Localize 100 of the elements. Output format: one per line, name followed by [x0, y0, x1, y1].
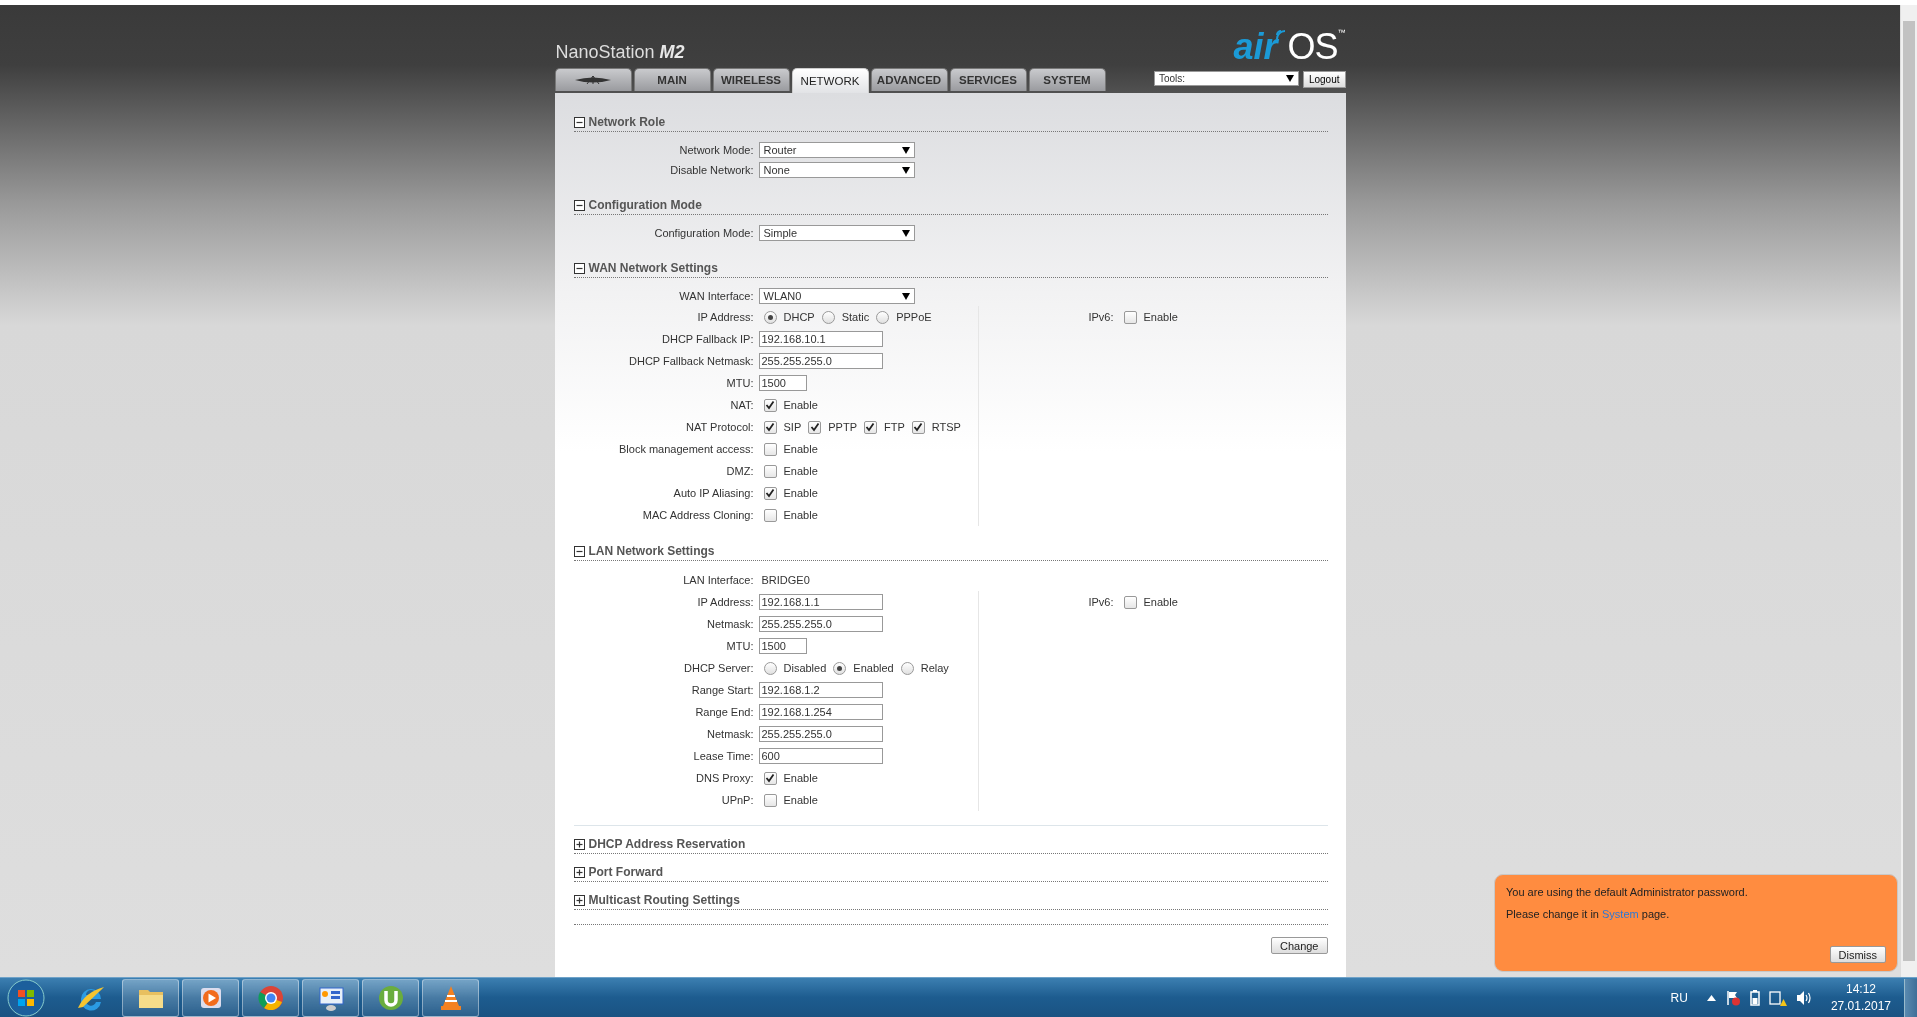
tab[interactable]: SYSTEM — [1028, 68, 1106, 91]
field-label: Lease Time: — [692, 750, 755, 762]
checkbox[interactable] — [763, 793, 777, 807]
clock-time[interactable]: 14:12 — [1845, 980, 1876, 998]
input-field[interactable]: 192.168.1.2 — [758, 682, 883, 698]
start-button-icon[interactable] — [7, 978, 45, 1017]
option-label: SIP — [783, 421, 802, 433]
radio-button[interactable] — [833, 661, 847, 675]
radio-button[interactable] — [763, 661, 777, 675]
field-label: IPv6: — [1087, 311, 1115, 323]
field-label: NAT: — [729, 399, 755, 411]
option-label: Enable — [783, 772, 818, 784]
notification-text: You are using the default Administrator password. — [1506, 886, 1749, 898]
option-label: Enable — [783, 443, 818, 455]
radio-button[interactable] — [876, 310, 890, 324]
input-field[interactable]: 192.168.1.254 — [758, 704, 883, 720]
tab[interactable]: ADVANCED — [870, 68, 948, 91]
checkbox[interactable] — [763, 508, 777, 522]
collapse-icon[interactable] — [573, 545, 585, 557]
clock-date[interactable]: 27.01.2017 — [1830, 997, 1891, 1015]
checkbox[interactable] — [763, 420, 777, 434]
field-label: IP Address: — [696, 596, 755, 608]
field-label: LAN Interface: — [682, 574, 755, 586]
section-title[interactable]: LAN Network Settings — [588, 544, 715, 558]
input-field[interactable]: 600 — [758, 748, 883, 764]
input-field[interactable]: 255.255.255.0 — [758, 726, 883, 742]
input-field[interactable]: 255.255.255.0 — [758, 353, 883, 369]
section-title[interactable]: Configuration Mode — [588, 198, 702, 212]
logo-tab[interactable] — [554, 68, 632, 91]
battery-icon — [1749, 989, 1760, 1006]
tab[interactable]: SERVICES — [949, 68, 1027, 91]
expand-icon[interactable] — [573, 866, 585, 878]
option-label: DHCP — [783, 311, 815, 323]
radio-button[interactable] — [763, 310, 777, 324]
input-field[interactable]: 1500 — [758, 638, 807, 654]
dropdown[interactable]: None — [758, 162, 915, 178]
field-label: DNS Proxy: — [695, 772, 755, 784]
section-title[interactable]: WAN Network Settings — [588, 261, 718, 275]
expand-icon[interactable] — [573, 838, 585, 850]
dropdown-arrow-icon — [901, 166, 910, 174]
dismiss-button[interactable]: Dismiss — [1829, 946, 1886, 963]
radio-button[interactable] — [821, 310, 835, 324]
network-warning-icon — [1768, 989, 1787, 1006]
section-title[interactable]: DHCP Address Reservation — [588, 837, 746, 851]
checkbox[interactable] — [808, 420, 822, 434]
show-desktop-button[interactable] — [1904, 978, 1917, 1017]
option-label: Relay — [920, 662, 949, 674]
checkbox[interactable] — [863, 420, 877, 434]
field-label: Range Start: — [690, 684, 755, 696]
tab[interactable]: MAIN — [633, 68, 711, 91]
section-title[interactable]: Port Forward — [588, 865, 664, 879]
expand-icon[interactable] — [573, 894, 585, 906]
collapse-icon[interactable] — [573, 116, 585, 128]
field-label: IPv6: — [1087, 596, 1115, 608]
field-label: IP Address: — [696, 311, 755, 323]
dropdown[interactable]: Router — [758, 142, 915, 158]
checkbox[interactable] — [763, 771, 777, 785]
section-title[interactable]: Multicast Routing Settings — [588, 893, 740, 907]
checkbox[interactable] — [911, 420, 925, 434]
field-label: MTU: — [725, 640, 755, 652]
dropdown-arrow-icon — [901, 146, 910, 154]
collapse-icon[interactable] — [573, 199, 585, 211]
taskbar-button[interactable] — [302, 978, 359, 1017]
dropdown[interactable]: Simple — [758, 225, 915, 241]
input-field[interactable]: 1500 — [758, 375, 807, 391]
tools-dropdown[interactable]: Tools: — [1153, 71, 1299, 86]
tab[interactable]: WIRELESS — [712, 68, 790, 91]
checkbox[interactable] — [763, 486, 777, 500]
taskbar-button[interactable] — [182, 978, 239, 1017]
dropdown[interactable]: WLAN0 — [758, 288, 915, 304]
input-field[interactable]: 255.255.255.0 — [758, 616, 883, 632]
option-label: Enable — [783, 509, 818, 521]
field-label: Netmask: — [706, 618, 755, 630]
taskbar-button[interactable] — [422, 978, 479, 1017]
field-label: Configuration Mode: — [653, 227, 755, 239]
field-label: Netmask: — [706, 728, 755, 740]
option-label: PPPoE — [896, 311, 932, 323]
option-label: Enable — [783, 794, 818, 806]
input-field[interactable]: 192.168.1.1 — [758, 594, 883, 610]
checkbox[interactable] — [763, 442, 777, 456]
radio-button[interactable] — [900, 661, 914, 675]
taskbar-button[interactable] — [242, 978, 299, 1017]
logout-button[interactable]: Logout — [1302, 71, 1346, 88]
field-label: DHCP Fallback IP: — [661, 333, 755, 345]
checkbox[interactable] — [1123, 595, 1137, 609]
input-field[interactable]: 192.168.10.1 — [758, 331, 883, 347]
option-label: RTSP — [931, 421, 961, 433]
section-title[interactable]: Network Role — [588, 115, 666, 129]
tab[interactable]: NETWORK — [791, 68, 869, 93]
field-value: BRIDGE0 — [760, 574, 810, 586]
scrollbar[interactable] — [1900, 5, 1917, 977]
language-indicator[interactable]: RU — [1670, 990, 1688, 1005]
collapse-icon[interactable] — [573, 262, 585, 274]
change-button[interactable]: Change — [1270, 937, 1328, 954]
checkbox[interactable] — [1123, 310, 1137, 324]
taskbar-button[interactable] — [122, 978, 179, 1017]
checkbox[interactable] — [763, 464, 777, 478]
checkbox[interactable] — [763, 398, 777, 412]
taskbar-button[interactable] — [362, 978, 419, 1017]
option-label: Enabled — [853, 662, 894, 674]
